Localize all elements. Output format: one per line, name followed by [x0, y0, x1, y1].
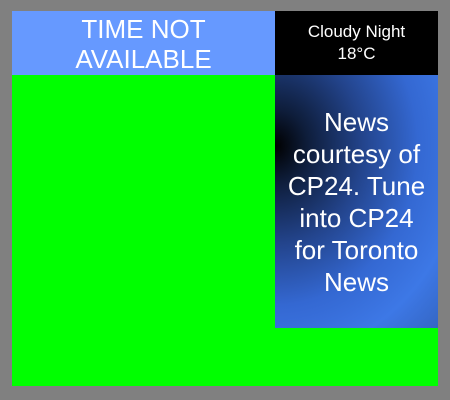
time-panel: TIME NOT AVAILABLE — [12, 11, 275, 75]
signage-screen: TIME NOT AVAILABLE Cloudy Night 18°C New… — [0, 0, 450, 400]
news-text: News courtesy of CP24. Tune into CP24 fo… — [287, 106, 426, 297]
weather-temperature: 18°C — [337, 44, 376, 63]
time-status-line1: TIME NOT — [81, 14, 206, 44]
news-panel: News courtesy of CP24. Tune into CP24 fo… — [275, 75, 438, 328]
time-status-line2: AVAILABLE — [75, 44, 212, 74]
weather-condition: Cloudy Night — [307, 22, 406, 41]
weather-panel: Cloudy Night 18°C — [275, 11, 438, 75]
